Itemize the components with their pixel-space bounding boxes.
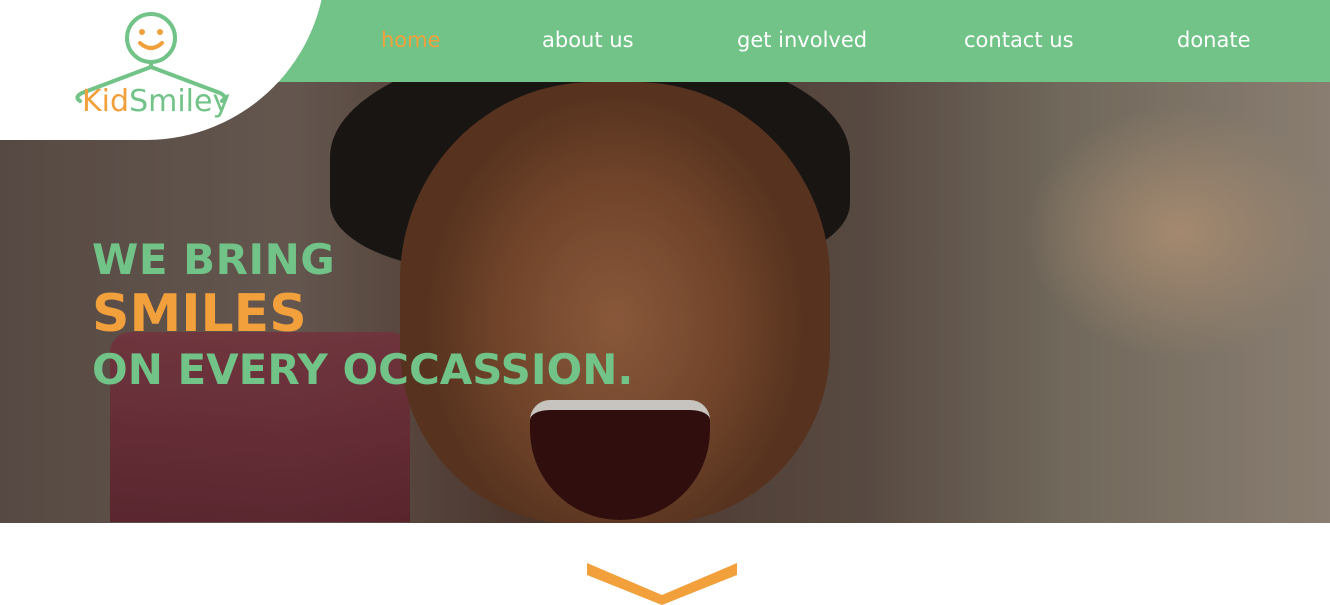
logo-wordmark-kid: Kid [82,84,130,119]
nav-about-us-link[interactable]: about us [542,0,634,82]
logo-wordmark-smiley: Smiley [129,84,231,119]
hero-headline-line-1: WE BRING [92,235,336,284]
nav-get-involved-link[interactable]: get involved [737,0,867,82]
logo-wordmark: KidSmiley [82,84,230,119]
nav-home-link[interactable]: home [381,0,441,82]
hero-headline-line-3: ON EVERY OCCASSION. [92,345,634,394]
nav-contact-us-link[interactable]: contact us [964,0,1074,82]
nav-donate-link[interactable]: donate [1177,0,1251,82]
chevron-down-icon[interactable] [587,563,737,605]
hero-headline-line-2: SMILES [92,284,307,344]
